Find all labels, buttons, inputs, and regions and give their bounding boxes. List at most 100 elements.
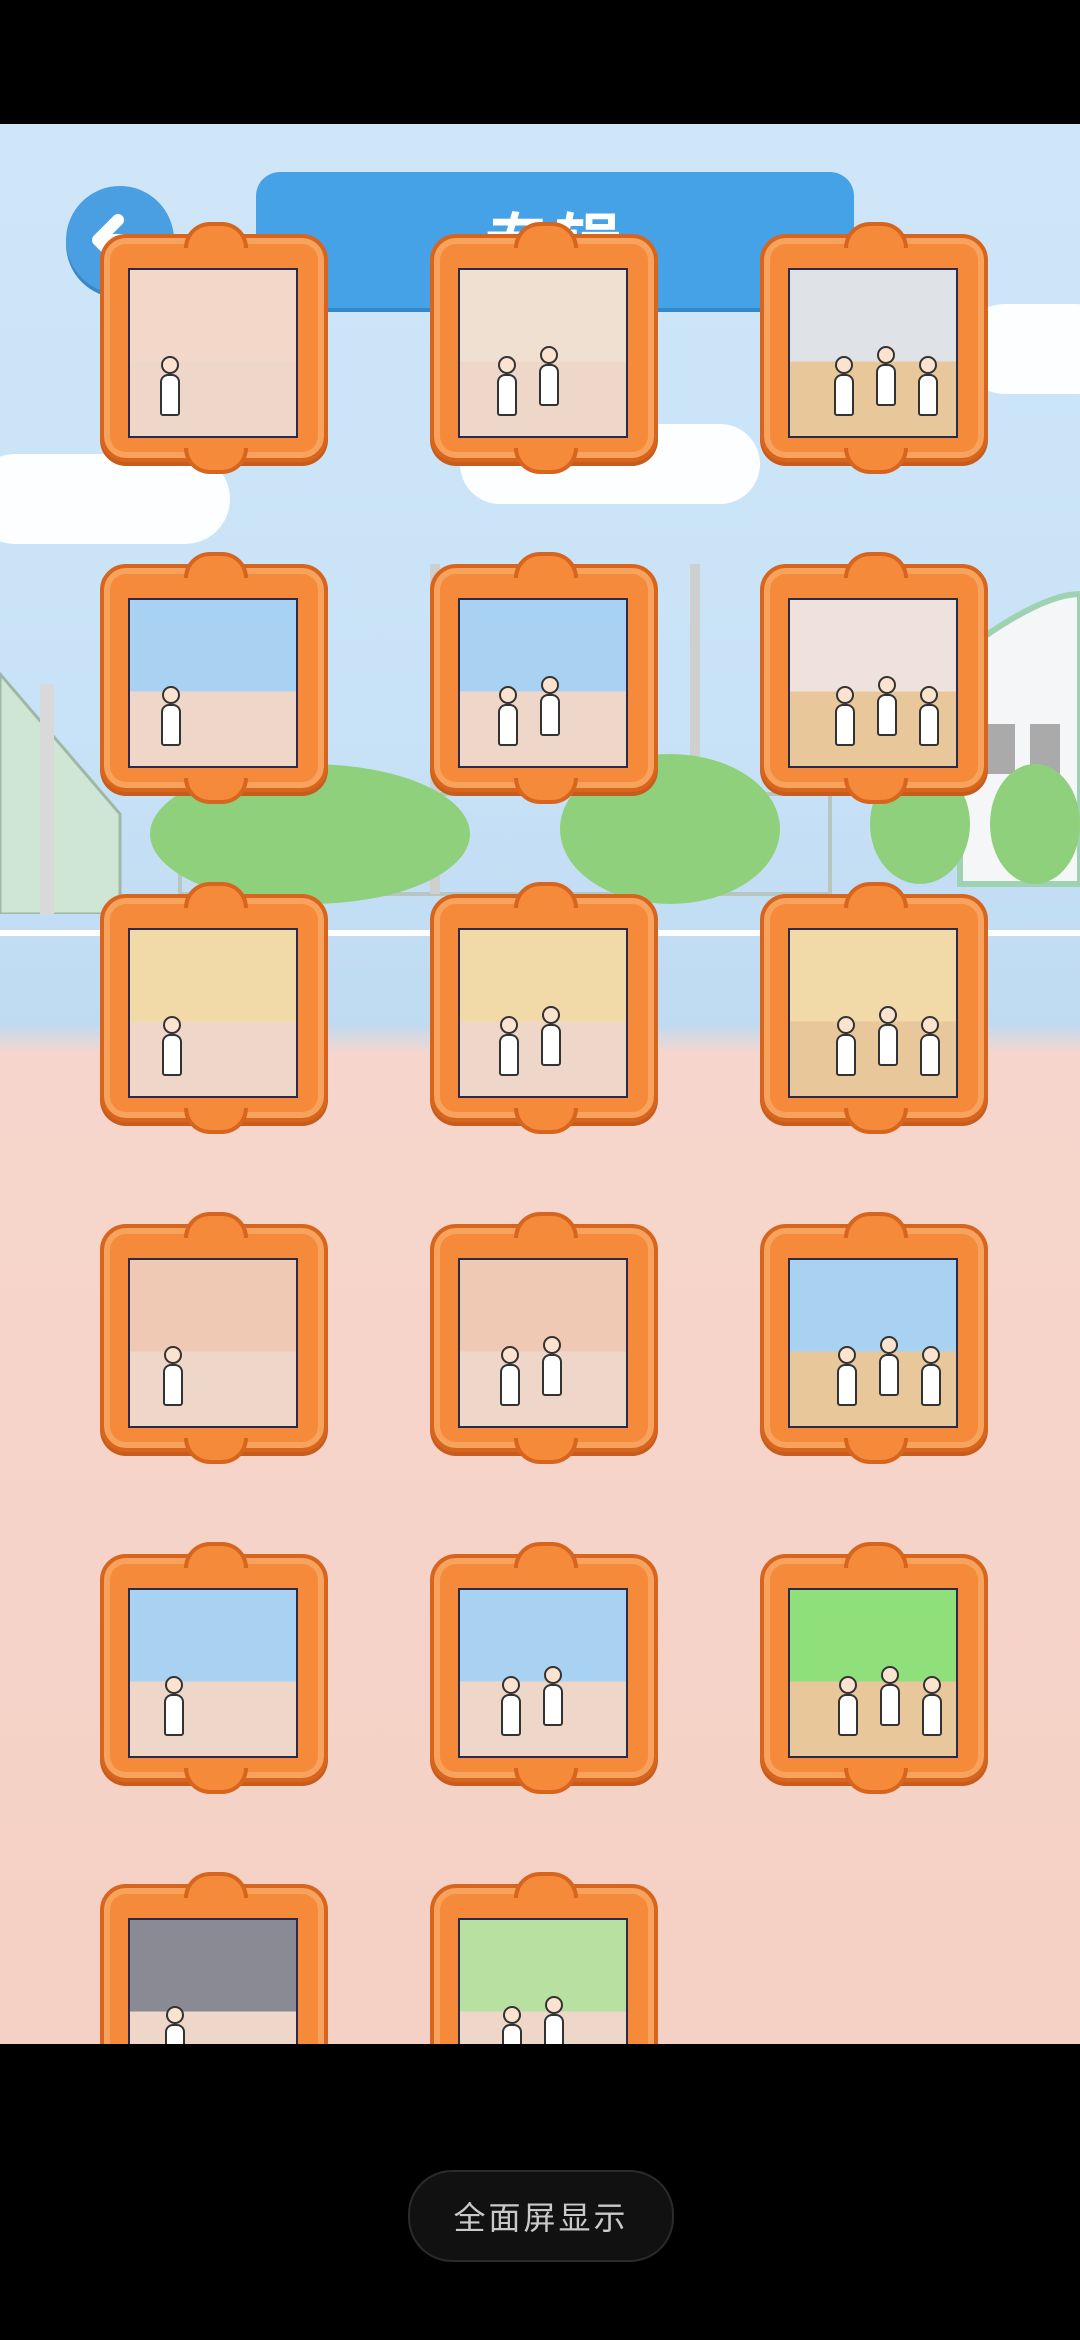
character-head (879, 1006, 897, 1024)
character-body (543, 1684, 563, 1726)
character-head (837, 1016, 855, 1034)
scene-thumbnail (788, 1588, 958, 1758)
character-head (838, 1346, 856, 1364)
album-item-gym-mats[interactable] (100, 882, 328, 1134)
character-head (836, 686, 854, 704)
scene-thumbnail (458, 928, 628, 1098)
character-body (920, 1034, 940, 1076)
character-body (163, 1364, 183, 1406)
album-item-locker-room[interactable] (100, 1542, 328, 1794)
character-head (922, 1346, 940, 1364)
scene-thumbnail (128, 928, 298, 1098)
album-item-tennis-court[interactable] (100, 222, 328, 474)
character-head (503, 2006, 521, 2024)
character-head (163, 1016, 181, 1034)
character-head (880, 1336, 898, 1354)
scene-thumbnail (128, 1588, 298, 1758)
character-body (502, 2024, 522, 2044)
album-item-giant-radish[interactable] (760, 1212, 988, 1464)
character-body (876, 364, 896, 406)
character-body (160, 374, 180, 416)
character-head (164, 1346, 182, 1364)
scene-thumbnail (458, 1918, 628, 2044)
character-head (500, 1016, 518, 1034)
album-item-science-room[interactable] (100, 552, 328, 804)
scene-thumbnail (458, 268, 628, 438)
character-body (497, 374, 517, 416)
character-body (501, 1694, 521, 1736)
character-head (502, 1676, 520, 1694)
character-body (162, 1034, 182, 1076)
character-body (544, 2014, 564, 2044)
character-body (541, 1024, 561, 1066)
character-body (880, 1684, 900, 1726)
album-item-graffiti-wall[interactable] (100, 1872, 328, 2044)
character-body (835, 704, 855, 746)
scene-thumbnail (458, 1588, 628, 1758)
scene-thumbnail (788, 928, 958, 1098)
character-head (919, 356, 937, 374)
character-head (543, 1336, 561, 1354)
character-head (923, 1676, 941, 1694)
album-item-smoke-cloud[interactable] (430, 552, 658, 804)
scene-thumbnail (458, 1258, 628, 1428)
album-item-school-yard-fall[interactable] (430, 1212, 658, 1464)
character-head (498, 356, 516, 374)
character-head (544, 1666, 562, 1684)
character-head (166, 2006, 184, 2024)
character-head (162, 686, 180, 704)
character-body (542, 1354, 562, 1396)
character-head (881, 1666, 899, 1684)
game-screen: 专辑 (0, 124, 1080, 2044)
character-body (164, 1694, 184, 1736)
album-item-hallway-door[interactable] (760, 552, 988, 804)
character-body (878, 1024, 898, 1066)
character-body (834, 374, 854, 416)
scene-thumbnail (128, 1258, 298, 1428)
character-body (879, 1354, 899, 1396)
album-item-classroom[interactable] (430, 222, 658, 474)
character-body (837, 1364, 857, 1406)
album-item-gym-vaulting[interactable] (430, 882, 658, 1134)
character-head (499, 686, 517, 704)
scene-thumbnail (128, 268, 298, 438)
bush (990, 764, 1080, 884)
character-head (835, 356, 853, 374)
scene-thumbnail (458, 598, 628, 768)
album-item-festival-stage[interactable] (760, 1542, 988, 1794)
character-head (542, 1006, 560, 1024)
character-head (545, 1996, 563, 2014)
character-head (921, 1016, 939, 1034)
character-head (165, 1676, 183, 1694)
fullscreen-display-label: 全面屏显示 (453, 2199, 629, 2237)
character-body (921, 1364, 941, 1406)
album-item-three-students[interactable] (430, 1542, 658, 1794)
scene-thumbnail (128, 598, 298, 768)
character-head (920, 686, 938, 704)
fullscreen-display-button[interactable]: 全面屏显示 (408, 2170, 674, 2262)
character-head (877, 346, 895, 364)
album-item-toilet-old-man[interactable] (760, 222, 988, 474)
character-head (878, 676, 896, 694)
character-body (877, 694, 897, 736)
character-head (541, 676, 559, 694)
character-body (165, 2024, 185, 2044)
scene-thumbnail (128, 1918, 298, 2044)
character-body (498, 704, 518, 746)
character-head (501, 1346, 519, 1364)
character-body (539, 364, 559, 406)
scene-thumbnail (788, 268, 958, 438)
album-item-gym-fight[interactable] (760, 882, 988, 1134)
character-body (838, 1694, 858, 1736)
character-head (161, 356, 179, 374)
character-head (839, 1676, 857, 1694)
album-item-city-dance[interactable] (430, 1872, 658, 2044)
character-head (540, 346, 558, 364)
album-item-sports-ladder[interactable] (100, 1212, 328, 1464)
scene-thumbnail (788, 1258, 958, 1428)
character-body (499, 1034, 519, 1076)
scene-thumbnail (788, 598, 958, 768)
character-body (836, 1034, 856, 1076)
character-body (161, 704, 181, 746)
character-body (922, 1694, 942, 1736)
